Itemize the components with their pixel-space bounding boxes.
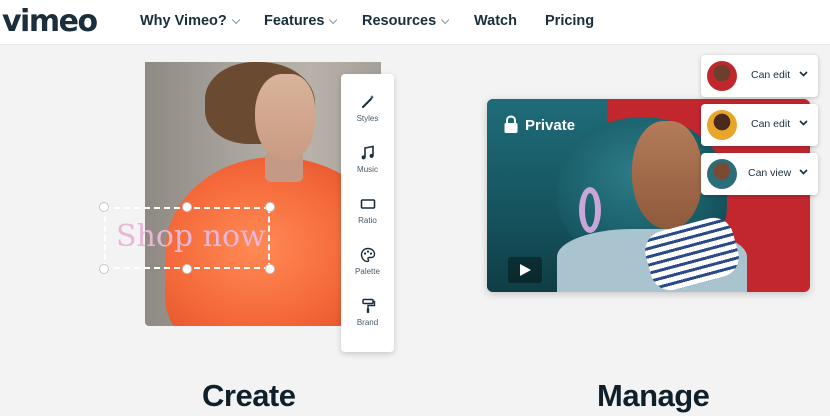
palette-icon xyxy=(360,247,375,263)
nav-features[interactable]: Features xyxy=(264,13,338,29)
nav-watch-label: Watch xyxy=(474,13,517,29)
avatar xyxy=(707,110,737,140)
nav-resources[interactable]: Resources xyxy=(362,13,450,29)
privacy-badge: Private xyxy=(503,115,575,134)
editor-tool-panel: Styles Music Ratio Palette Brand xyxy=(341,74,394,352)
play-button[interactable] xyxy=(508,257,542,283)
nav-features-label: Features xyxy=(264,13,325,29)
nav-resources-label: Resources xyxy=(362,13,437,29)
face-shape xyxy=(255,74,315,160)
manage-heading: Manage xyxy=(597,378,710,413)
tool-ratio-label: Ratio xyxy=(358,216,377,225)
chevron-down-icon xyxy=(799,120,808,126)
resize-handle-bottom-right[interactable] xyxy=(265,264,275,274)
paint-roller-icon xyxy=(361,298,375,313)
site-header: vimeo Why Vimeo? Features Resources Watc… xyxy=(0,0,830,44)
tool-styles-label: Styles xyxy=(356,114,379,123)
resize-handle-top-left[interactable] xyxy=(99,202,109,212)
permission-label: Can view xyxy=(748,167,792,179)
chevron-down-icon xyxy=(441,15,450,25)
chevron-down-icon xyxy=(799,71,808,77)
text-overlay-selection[interactable]: Shop now xyxy=(104,207,270,269)
tool-brand[interactable]: Brand xyxy=(341,298,394,344)
chevron-down-icon xyxy=(231,15,241,25)
resize-handle-top-right[interactable] xyxy=(265,202,275,212)
permission-chip-3[interactable]: Can view xyxy=(701,153,818,195)
music-note-icon xyxy=(361,145,374,160)
nav-why-vimeo[interactable]: Why Vimeo? xyxy=(140,13,241,29)
tool-brand-label: Brand xyxy=(356,318,379,327)
aspect-ratio-icon xyxy=(360,199,375,209)
nav-pricing[interactable]: Pricing xyxy=(545,13,594,29)
magic-wand-icon xyxy=(361,95,374,108)
face-shape xyxy=(632,121,702,229)
nav-why-vimeo-label: Why Vimeo? xyxy=(140,13,227,29)
permission-label: Can edit xyxy=(751,118,791,130)
vimeo-logo[interactable]: vimeo xyxy=(2,4,98,39)
lock-icon xyxy=(504,115,518,133)
nav-watch[interactable]: Watch xyxy=(474,13,517,29)
resize-handle-top-middle[interactable] xyxy=(182,202,192,212)
tool-ratio[interactable]: Ratio xyxy=(341,196,394,242)
resize-handle-bottom-left[interactable] xyxy=(99,264,109,274)
avatar xyxy=(707,61,737,91)
privacy-label: Private xyxy=(525,117,576,134)
resize-handle-bottom-middle[interactable] xyxy=(182,264,192,274)
permission-label: Can edit xyxy=(751,69,791,81)
tool-palette[interactable]: Palette xyxy=(341,247,394,293)
create-heading: Create xyxy=(202,378,296,413)
permission-chip-2[interactable]: Can edit xyxy=(701,104,818,146)
avatar xyxy=(707,159,737,189)
chevron-down-icon xyxy=(329,15,338,25)
earring-shape xyxy=(579,187,601,233)
nav-pricing-label: Pricing xyxy=(545,13,595,29)
tool-palette-label: Palette xyxy=(355,267,380,276)
tool-styles[interactable]: Styles xyxy=(341,94,394,140)
shop-now-overlay-text[interactable]: Shop now xyxy=(116,219,266,254)
chevron-down-icon xyxy=(799,169,808,175)
tool-music[interactable]: Music xyxy=(341,145,394,191)
permission-chip-1[interactable]: Can edit xyxy=(701,55,818,97)
tool-music-label: Music xyxy=(357,165,378,174)
